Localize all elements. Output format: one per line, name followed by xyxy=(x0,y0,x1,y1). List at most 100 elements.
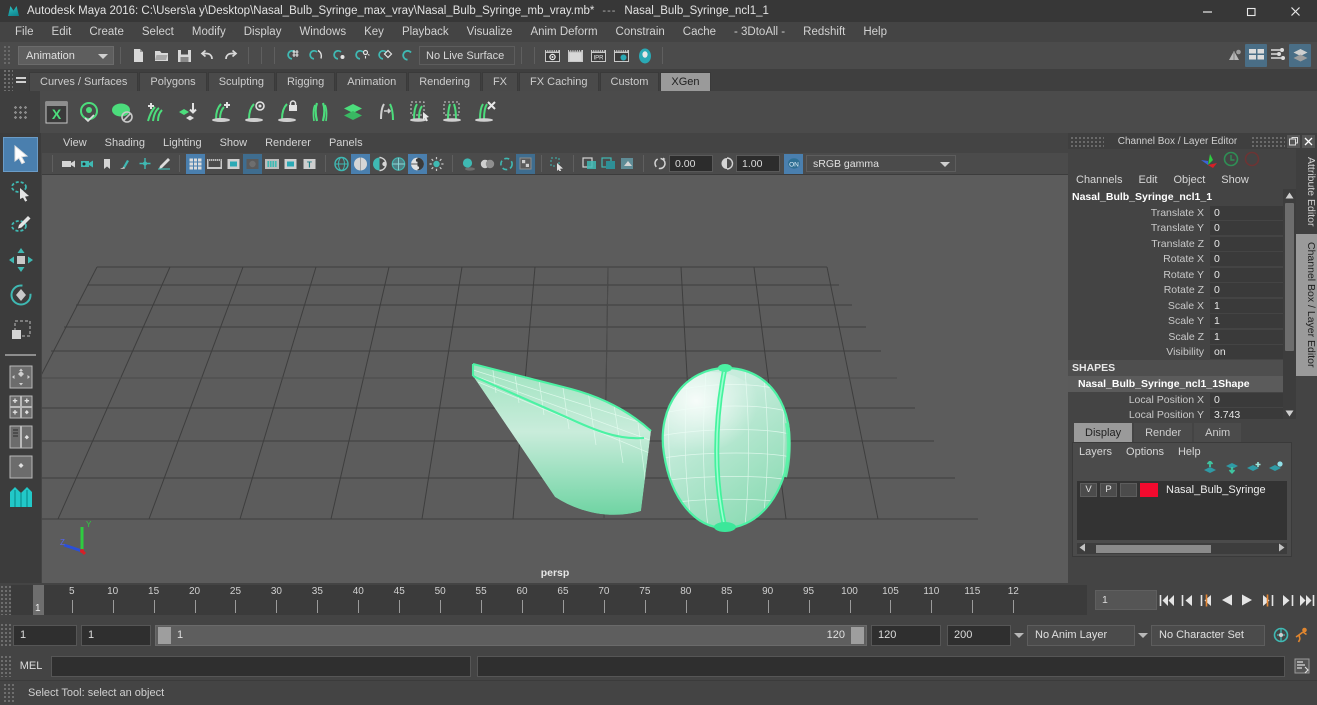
cb-menu-object[interactable]: Object xyxy=(1173,174,1215,186)
maximize-button[interactable] xyxy=(1229,0,1273,22)
field-chart-icon[interactable] xyxy=(262,154,281,174)
rotate-tool-button[interactable] xyxy=(3,277,38,312)
attr-row-rotate-x[interactable]: Rotate X 0 xyxy=(1068,252,1296,268)
layer-row[interactable]: V P Nasal_Bulb_Syringe xyxy=(1077,481,1287,498)
panel-grip-right[interactable] xyxy=(1251,135,1285,147)
attr-row-local-position-y[interactable]: Local Position Y 3.743 xyxy=(1068,408,1296,419)
bookmark-icon[interactable] xyxy=(97,154,116,174)
xgen-preview-icon[interactable] xyxy=(73,95,106,129)
lighting-icon[interactable] xyxy=(427,154,446,174)
move-tool-button[interactable] xyxy=(3,242,38,277)
attr-row-translate-x[interactable]: Translate X 0 xyxy=(1068,205,1296,221)
layout-four-view-button[interactable] xyxy=(4,392,37,422)
statusbar-grip[interactable] xyxy=(3,45,12,66)
scrollbar-thumb[interactable] xyxy=(1285,203,1294,351)
channel-box-scrollbar[interactable] xyxy=(1283,189,1296,419)
animation-end-time-field[interactable]: 200 xyxy=(947,624,1011,646)
undo-icon[interactable] xyxy=(196,44,219,67)
step-back-frame-icon[interactable] xyxy=(1197,589,1217,611)
scale-tool-button[interactable] xyxy=(3,312,38,347)
snap-to-grid-icon[interactable] xyxy=(281,44,304,67)
shelf-tab-fx[interactable]: FX xyxy=(481,72,519,91)
playback-options-chevron-icon[interactable] xyxy=(1011,625,1027,646)
time-slider-grip[interactable] xyxy=(0,585,11,615)
range-end-time-field[interactable]: 120 xyxy=(871,624,941,646)
attr-row-rotate-z[interactable]: Rotate Z 0 xyxy=(1068,283,1296,299)
shelf-tab-sculpting[interactable]: Sculpting xyxy=(207,72,275,91)
help-line-grip[interactable] xyxy=(3,683,14,703)
layout-outliner-persp-button[interactable] xyxy=(4,422,37,452)
side-tab-channel-box[interactable]: Channel Box / Layer Editor xyxy=(1296,234,1317,376)
select-tool-button[interactable] xyxy=(3,137,38,172)
cb-menu-channels[interactable]: Channels xyxy=(1076,174,1132,186)
scroll-up-arrow-icon[interactable] xyxy=(1285,189,1294,201)
layer-menu-help[interactable]: Help xyxy=(1178,446,1201,458)
viewport-menu-lighting[interactable]: Lighting xyxy=(154,137,211,149)
attr-row-translate-y[interactable]: Translate Y 0 xyxy=(1068,221,1296,237)
viewport-menu-show[interactable]: Show xyxy=(211,137,257,149)
panel-grip[interactable] xyxy=(1070,135,1104,147)
show-manipulator-icon[interactable] xyxy=(1223,44,1245,67)
command-language-label[interactable]: MEL xyxy=(11,660,51,672)
paint-select-tool-button[interactable] xyxy=(3,207,38,242)
menu-select[interactable]: Select xyxy=(133,24,183,40)
open-scene-icon[interactable] xyxy=(150,44,173,67)
xgen-lock-description-icon[interactable] xyxy=(271,95,304,129)
menu-cache[interactable]: Cache xyxy=(674,24,725,40)
menu-help[interactable]: Help xyxy=(854,24,896,40)
close-panel-button[interactable] xyxy=(1302,134,1315,148)
two-d-pan-zoom-icon[interactable] xyxy=(135,154,154,174)
layer-list-horizontal-scrollbar[interactable] xyxy=(1077,543,1287,554)
xgen-editor-icon[interactable]: X xyxy=(40,95,73,129)
time-slider-current-frame-marker[interactable]: 1 xyxy=(33,585,44,615)
layer-playback-toggle[interactable]: P xyxy=(1100,482,1117,497)
layer-menu-layers[interactable]: Layers xyxy=(1079,446,1112,458)
auto-keyframe-icon[interactable] xyxy=(1271,624,1291,646)
wireframe-on-shaded-icon[interactable] xyxy=(389,154,408,174)
menu-windows[interactable]: Windows xyxy=(290,24,355,40)
scroll-down-arrow-icon[interactable] xyxy=(1285,407,1294,419)
command-line-grip[interactable] xyxy=(0,655,11,677)
exposure-icon[interactable] xyxy=(650,154,669,174)
new-scene-icon[interactable] xyxy=(127,44,150,67)
go-to-start-icon[interactable] xyxy=(1157,589,1177,611)
multisample-icon[interactable] xyxy=(516,153,535,174)
grease-pencil-icon[interactable] xyxy=(154,154,173,174)
channel-box-shape-name[interactable]: Nasal_Bulb_Syringe_ncl1_1Shape xyxy=(1068,376,1296,392)
menu-visualize[interactable]: Visualize xyxy=(458,24,522,40)
shelf-tab-polygons[interactable]: Polygons xyxy=(139,72,207,91)
xgen-import-collection-icon[interactable] xyxy=(172,95,205,129)
xgen-delete-guides-icon[interactable] xyxy=(469,95,502,129)
side-tab-attribute-editor[interactable]: Attribute Editor xyxy=(1296,149,1317,235)
snap-to-point-icon[interactable] xyxy=(327,44,350,67)
lock-camera-icon[interactable] xyxy=(78,154,97,174)
menuset-selector[interactable]: Animation xyxy=(18,46,114,65)
xgen-clear-guides-icon[interactable] xyxy=(436,95,469,129)
current-frame-field[interactable]: 1 xyxy=(1095,590,1157,610)
step-forward-frame-icon[interactable] xyxy=(1257,589,1277,611)
animation-preferences-icon[interactable] xyxy=(1291,624,1311,646)
layer-tab-render[interactable]: Render xyxy=(1134,423,1193,442)
grid-toggle-icon[interactable] xyxy=(186,153,205,174)
shelf-tab-fx-caching[interactable]: FX Caching xyxy=(519,72,599,91)
menu-key[interactable]: Key xyxy=(355,24,393,40)
menu-modify[interactable]: Modify xyxy=(183,24,235,40)
range-start-time-field[interactable]: 1 xyxy=(81,624,151,646)
render-current-frame-icon[interactable] xyxy=(541,44,564,67)
xray-active-components-icon[interactable] xyxy=(618,154,637,174)
xray-joints-icon[interactable] xyxy=(599,154,618,174)
isolate-select-icon[interactable] xyxy=(548,154,567,174)
viewport-3d-canvas[interactable]: Y Z persp xyxy=(42,175,1068,583)
menu-anim-deform[interactable]: Anim Deform xyxy=(521,24,606,40)
script-editor-icon[interactable] xyxy=(1291,655,1313,677)
hotbox-home-button[interactable] xyxy=(4,482,37,512)
snap-to-projected-center-icon[interactable] xyxy=(350,44,373,67)
xgen-layers-icon[interactable] xyxy=(337,95,370,129)
exposure-field[interactable]: 0.00 xyxy=(669,155,713,172)
play-backwards-icon[interactable] xyxy=(1217,589,1237,611)
shadows-icon[interactable] xyxy=(459,154,478,174)
play-forwards-icon[interactable] xyxy=(1237,589,1257,611)
layer-color-swatch[interactable] xyxy=(1140,482,1158,497)
xgen-groom-brush-icon[interactable] xyxy=(304,95,337,129)
attr-row-local-position-x[interactable]: Local Position X 0 xyxy=(1068,392,1296,408)
